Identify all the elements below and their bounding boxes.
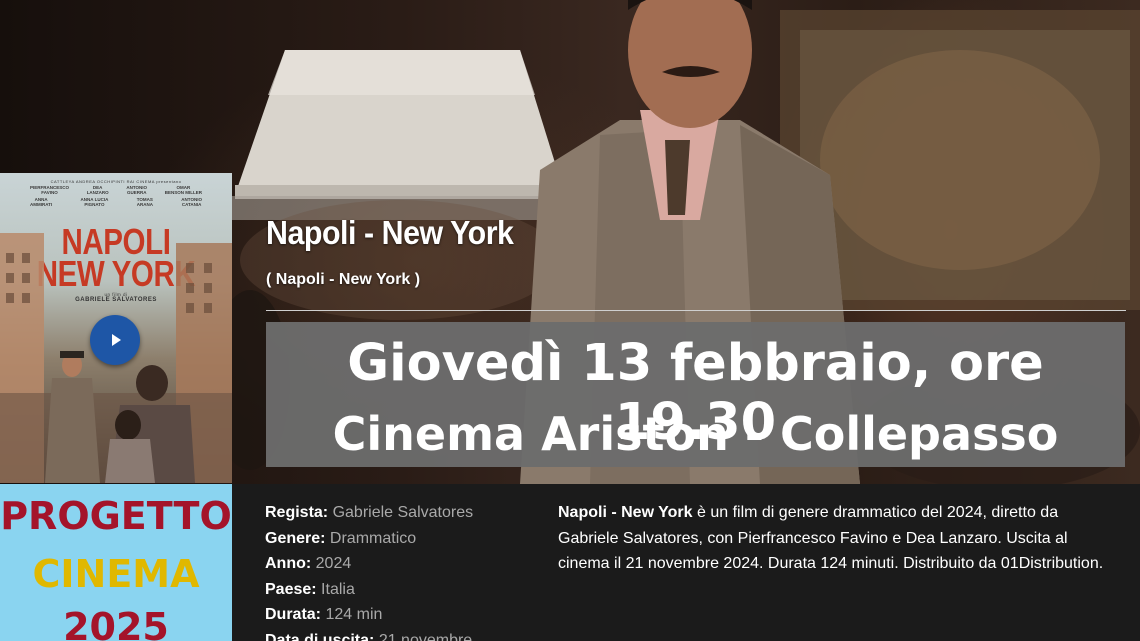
movie-synopsis: Napoli - New York è un film di genere dr…: [558, 500, 1118, 577]
synopsis-title: Napoli - New York: [558, 504, 693, 521]
project-logo-line2: CINEMA: [32, 552, 200, 596]
progetto-cinema-logo: PROGETTO CINEMA 2025: [0, 484, 232, 641]
detail-value: Drammatico: [329, 529, 417, 547]
detail-genre: Genere: Drammatico: [265, 526, 545, 552]
detail-country: Paese: Italia: [265, 577, 545, 603]
detail-label: Data di uscita:: [265, 631, 375, 641]
movie-poster[interactable]: CATTLEYA ANDREA OCCHIPINTI RAI CINEMA pr…: [0, 173, 232, 483]
original-title: ( Napoli - New York ): [266, 271, 421, 288]
detail-year: Anno: 2024: [265, 551, 545, 577]
detail-value: Gabriele Salvatores: [332, 504, 474, 521]
detail-label: Genere:: [265, 529, 326, 547]
detail-label: Durata:: [265, 606, 322, 623]
play-trailer-button[interactable]: [90, 315, 140, 365]
detail-value: 2024: [315, 555, 352, 572]
project-logo-line3: 2025: [63, 605, 169, 641]
detail-release-date: Data di uscita: 21 novembre: [265, 628, 545, 641]
detail-label: Regista:: [265, 504, 329, 521]
screening-venue: Cinema Ariston - Collepasso: [332, 407, 1059, 461]
detail-label: Anno:: [265, 555, 312, 572]
detail-duration: Durata: 124 min: [265, 602, 545, 628]
detail-value: 124 min: [325, 606, 383, 623]
project-logo-line1: PROGETTO: [0, 494, 232, 538]
detail-value: 21 novembre: [378, 631, 473, 641]
detail-value: Italia: [321, 580, 355, 598]
detail-director: Regista: Gabriele Salvatores: [265, 500, 545, 526]
movie-details: Regista: Gabriele Salvatores Genere: Dra…: [265, 500, 545, 641]
title-divider: [266, 310, 1126, 311]
play-icon: [112, 334, 121, 346]
screening-banner: Giovedì 13 febbraio, ore 19.30 Cinema Ar…: [266, 322, 1125, 467]
movie-title: Napoli - New York: [266, 214, 514, 251]
detail-label: Paese:: [265, 580, 317, 598]
